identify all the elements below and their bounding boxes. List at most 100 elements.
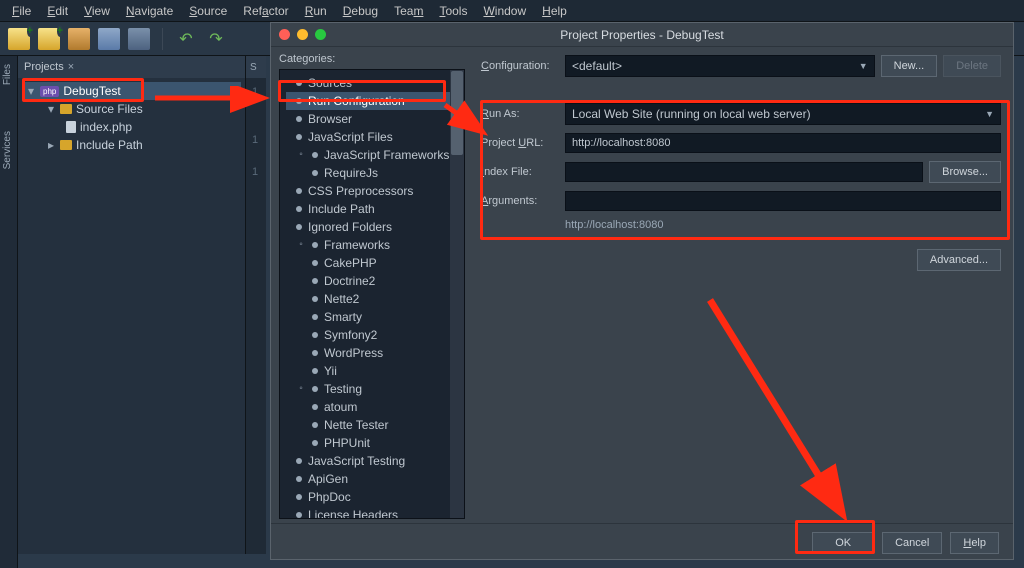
cancel-button[interactable]: Cancel [882, 532, 942, 554]
menu-window[interactable]: Window [477, 2, 532, 20]
include-path-node[interactable]: ▸ Include Path [22, 136, 241, 154]
cat-nette2[interactable]: Nette2 [286, 290, 450, 308]
cat-license[interactable]: License Headers [286, 506, 450, 519]
redo-icon[interactable]: ↷ [205, 29, 227, 49]
new-file-icon[interactable] [8, 28, 30, 50]
cat-run-configuration[interactable]: Run Configuration [286, 92, 450, 110]
cat-atoum[interactable]: atoum [286, 398, 450, 416]
url-echo-text: http://localhost:8080 [481, 219, 1001, 231]
delete-config-button: Delete [943, 55, 1001, 77]
cat-wordpress[interactable]: WordPress [286, 344, 450, 362]
ok-button[interactable]: OK [812, 532, 874, 554]
menu-run[interactable]: Run [299, 2, 333, 20]
folder-icon [60, 140, 72, 150]
maximize-window-icon[interactable] [315, 29, 326, 40]
menu-file[interactable]: File [6, 2, 37, 20]
side-strip: Files Services [0, 56, 18, 568]
browse-button[interactable]: Browse... [929, 161, 1001, 183]
tree-toggle-icon[interactable]: ▾ [46, 102, 56, 116]
menu-team[interactable]: Team [388, 2, 429, 20]
arguments-input[interactable] [565, 191, 1001, 211]
open-icon[interactable] [68, 28, 90, 50]
cat-requirejs[interactable]: RequireJs [286, 164, 450, 182]
arguments-label: Arguments: [481, 195, 559, 207]
menu-refactor[interactable]: Refactor [237, 2, 294, 20]
index-file-input[interactable] [565, 162, 923, 182]
menu-source[interactable]: Source [183, 2, 233, 20]
editor-tab[interactable]: S [246, 56, 266, 78]
project-root-node[interactable]: ▾ php DebugTest [22, 82, 241, 100]
menu-edit[interactable]: Edit [41, 2, 74, 20]
cat-js-frameworks[interactable]: ◦JavaScript Frameworks [286, 146, 450, 164]
cat-phpdoc[interactable]: PhpDoc [286, 488, 450, 506]
cat-js-testing[interactable]: JavaScript Testing [286, 452, 450, 470]
cat-frameworks[interactable]: ◦Frameworks [286, 236, 450, 254]
php-badge-icon: php [40, 86, 59, 97]
categories-panel: Categories: Sources Run Configuration Br… [271, 47, 469, 523]
categories-list: Sources Run Configuration Browser JavaSc… [279, 69, 465, 519]
cat-doctrine2[interactable]: Doctrine2 [286, 272, 450, 290]
project-url-label: Project URL: [481, 137, 559, 149]
editor-area: S 111 [246, 56, 266, 554]
cat-cakephp[interactable]: CakePHP [286, 254, 450, 272]
menu-navigate[interactable]: Navigate [120, 2, 179, 20]
cat-nette-tester[interactable]: Nette Tester [286, 416, 450, 434]
cat-symfony2[interactable]: Symfony2 [286, 326, 450, 344]
help-button[interactable]: Help [950, 532, 999, 554]
index-file-label: Index File: [481, 166, 559, 178]
project-root-label: DebugTest [63, 84, 120, 98]
dialog-footer: OK Cancel Help [271, 523, 1013, 561]
cat-js-files[interactable]: JavaScript Files [286, 128, 450, 146]
menu-view[interactable]: View [78, 2, 116, 20]
dialog-title: Project Properties - DebugTest [271, 28, 1013, 42]
cat-sources[interactable]: Sources [286, 74, 450, 92]
project-url-input[interactable] [565, 133, 1001, 153]
menu-debug[interactable]: Debug [337, 2, 384, 20]
index-php-node[interactable]: index.php [22, 118, 241, 136]
line-gutter: 111 [246, 78, 266, 180]
source-files-node[interactable]: ▾ Source Files [22, 100, 241, 118]
projects-close-icon[interactable]: × [68, 61, 74, 73]
projects-panel-title: Projects × [18, 56, 245, 78]
menu-help[interactable]: Help [536, 2, 573, 20]
cat-yii[interactable]: Yii [286, 362, 450, 380]
save-icon[interactable] [98, 28, 120, 50]
new-project-icon[interactable] [38, 28, 60, 50]
projects-tree: ▾ php DebugTest ▾ Source Files index.php… [18, 78, 245, 158]
cat-apigen[interactable]: ApiGen [286, 470, 450, 488]
cat-ignored-folders[interactable]: Ignored Folders [286, 218, 450, 236]
cat-smarty[interactable]: Smarty [286, 308, 450, 326]
cat-include-path[interactable]: Include Path [286, 200, 450, 218]
cat-testing[interactable]: ◦Testing [286, 380, 450, 398]
configuration-label: Configuration: [481, 60, 559, 72]
menu-bar: File Edit View Navigate Source Refactor … [0, 0, 1024, 22]
tree-toggle-icon[interactable]: ▾ [26, 84, 36, 98]
project-properties-dialog: Project Properties - DebugTest Categorie… [270, 22, 1014, 560]
separator [162, 28, 163, 50]
side-tab-files[interactable]: Files [0, 56, 15, 93]
new-config-button[interactable]: New... [881, 55, 938, 77]
folder-icon [60, 104, 72, 114]
categories-label: Categories: [279, 53, 469, 65]
cat-browser[interactable]: Browser [286, 110, 450, 128]
side-tab-services[interactable]: Services [0, 123, 15, 177]
close-window-icon[interactable] [279, 29, 290, 40]
save-all-icon[interactable] [128, 28, 150, 50]
undo-icon[interactable]: ↶ [175, 29, 197, 49]
include-path-label: Include Path [76, 138, 143, 152]
menu-tools[interactable]: Tools [433, 2, 473, 20]
categories-scrollbar[interactable] [450, 70, 464, 518]
file-icon [66, 121, 76, 133]
window-controls [271, 29, 326, 40]
dialog-titlebar[interactable]: Project Properties - DebugTest [271, 23, 1013, 47]
index-php-label: index.php [80, 120, 132, 134]
run-as-select[interactable]: Local Web Site (running on local web ser… [565, 103, 1001, 125]
minimize-window-icon[interactable] [297, 29, 308, 40]
tree-toggle-icon[interactable]: ▸ [46, 138, 56, 152]
advanced-button[interactable]: Advanced... [917, 249, 1001, 271]
run-as-label: Run As: [481, 108, 559, 120]
cat-phpunit[interactable]: PHPUnit [286, 434, 450, 452]
scrollbar-thumb[interactable] [451, 71, 463, 155]
cat-css-preproc[interactable]: CSS Preprocessors [286, 182, 450, 200]
configuration-select[interactable]: <default> ▼ [565, 55, 875, 77]
